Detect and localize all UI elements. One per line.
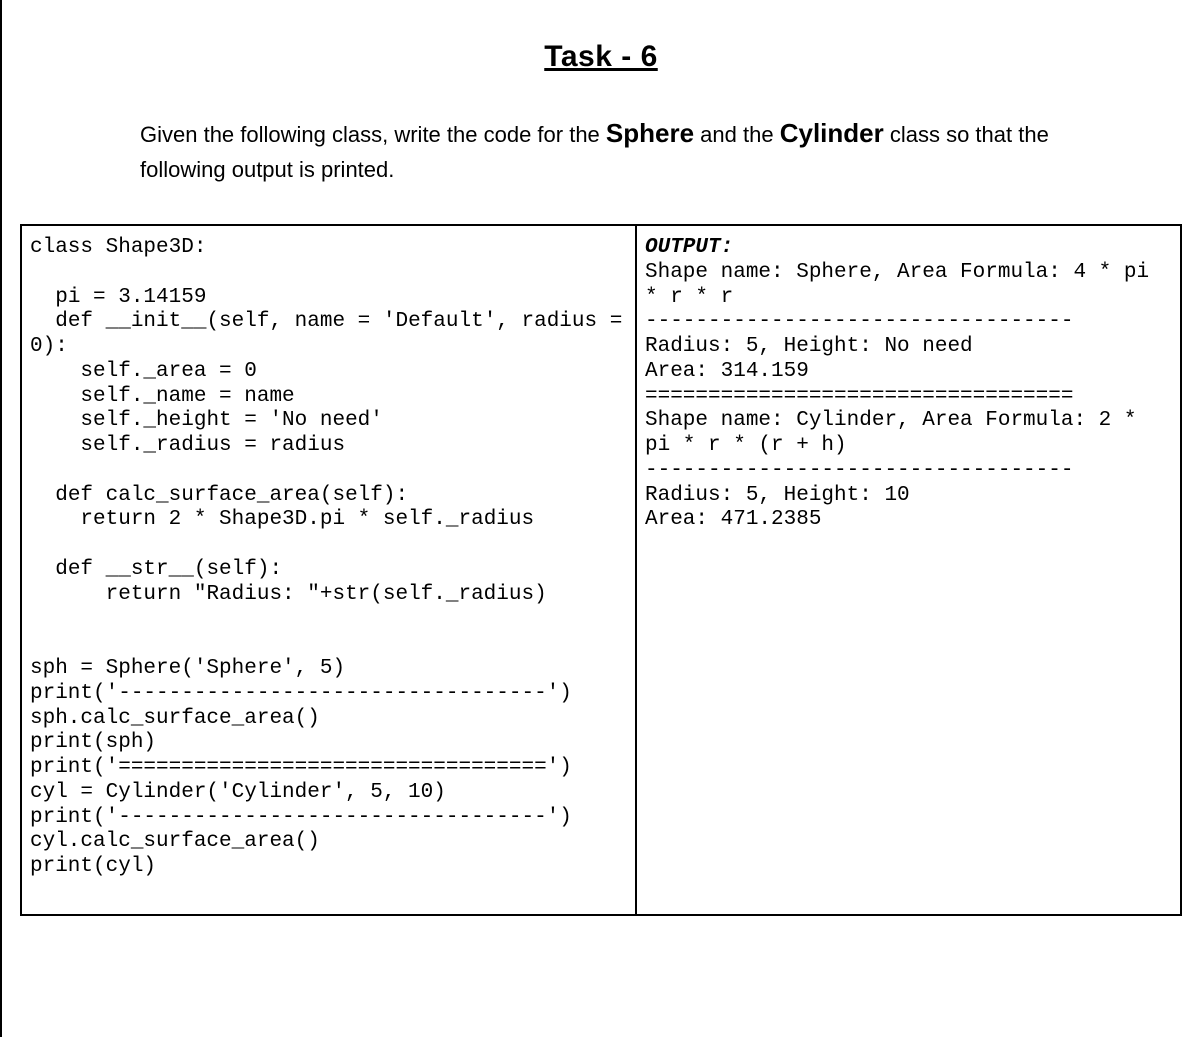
document-container: Task - 6 Given the following class, writ… — [2, 0, 1200, 956]
description-text-2: and the — [694, 122, 780, 147]
output-cell: OUTPUT: Shape name: Sphere, Area Formula… — [637, 226, 1180, 914]
task-title: Task - 6 — [20, 40, 1182, 74]
code-block: class Shape3D: pi = 3.14159 def __init__… — [30, 236, 627, 880]
task-description: Given the following class, write the cod… — [140, 114, 1062, 186]
description-bold-sphere: Sphere — [606, 118, 694, 148]
output-label: OUTPUT: — [645, 236, 733, 259]
description-bold-cylinder: Cylinder — [780, 118, 884, 148]
description-text-1: Given the following class, write the cod… — [140, 122, 606, 147]
code-output-table: class Shape3D: pi = 3.14159 def __init__… — [20, 224, 1182, 916]
output-text: Shape name: Sphere, Area Formula: 4 * pi… — [645, 261, 1162, 532]
code-cell: class Shape3D: pi = 3.14159 def __init__… — [22, 226, 637, 914]
output-block: OUTPUT: Shape name: Sphere, Area Formula… — [645, 236, 1172, 533]
